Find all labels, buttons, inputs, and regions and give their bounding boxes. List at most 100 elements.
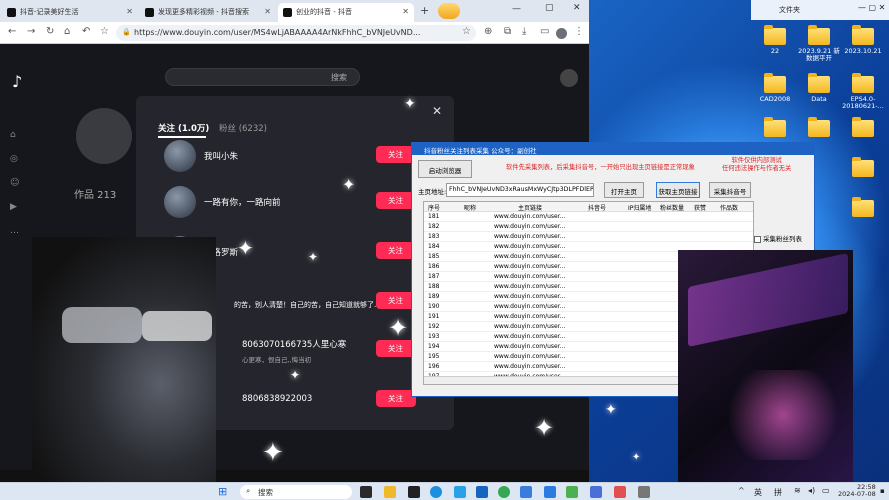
more-icon[interactable]: … — [10, 226, 24, 236]
ime-indicator[interactable]: 拼 — [774, 487, 782, 498]
maximize-icon[interactable]: ▢ — [545, 3, 554, 13]
new-tab-icon[interactable]: + — [420, 4, 429, 17]
table-row[interactable]: 181 www.douyin.com/user... — [424, 212, 753, 222]
douyin-search-label[interactable]: 搜索 — [331, 72, 347, 83]
desktop-folder[interactable] — [840, 197, 886, 220]
column-header: 昵称 — [464, 205, 477, 212]
minimize-icon[interactable]: — — [512, 4, 521, 14]
close-icon[interactable]: ✕ — [126, 7, 133, 16]
tab-following[interactable]: 关注 (1.0万) — [158, 122, 209, 134]
tab-fans[interactable]: 粉丝 (6232) — [219, 122, 267, 134]
app-icon[interactable] — [476, 486, 488, 498]
chrome-icon[interactable] — [498, 486, 510, 498]
douyin-app-icon[interactable] — [408, 486, 420, 498]
follow-button[interactable]: 关注 — [376, 146, 416, 163]
close-icon[interactable]: ✕ — [402, 7, 409, 16]
profile-mascot-icon[interactable] — [438, 3, 460, 19]
download-icon[interactable]: ⤓ — [522, 26, 526, 37]
fetch-links-button[interactable]: 获取主页链接 — [656, 182, 700, 198]
row-link: www.douyin.com/user... — [494, 323, 566, 330]
star-bookmark-icon[interactable]: ☆ — [462, 26, 471, 37]
window-controls-icon[interactable]: — ▢ ✕ — [858, 3, 885, 12]
volume-icon[interactable]: ◂) — [808, 486, 815, 495]
folder-icon — [808, 73, 830, 93]
star-icon[interactable]: ☆ — [100, 26, 109, 37]
sidebar-icon[interactable]: ▭ — [540, 26, 549, 37]
close-window-icon[interactable]: ✕ — [573, 3, 581, 13]
desktop-folder[interactable] — [796, 117, 842, 140]
checkbox-icon[interactable] — [754, 235, 761, 243]
row-index: 193 — [428, 333, 440, 340]
douyin-search-input[interactable]: 搜索 — [165, 68, 360, 86]
avatar[interactable] — [556, 28, 567, 39]
table-row[interactable]: 183 www.douyin.com/user... — [424, 232, 753, 242]
collections-icon[interactable]: ⧉ — [504, 26, 511, 37]
home-icon[interactable]: ⌂ — [64, 26, 70, 37]
notification-icon[interactable]: ▪ — [880, 487, 885, 495]
tab-douyin-search[interactable]: 发现更多精彩视频 - 抖音搜索 ✕ — [140, 3, 276, 22]
app-icon[interactable] — [520, 486, 532, 498]
douyin-icon — [145, 8, 154, 17]
wifi-icon[interactable]: ≋ — [794, 486, 801, 495]
desktop-folder[interactable]: 2023.9.21 新 数据平开 — [796, 25, 842, 63]
follow-button[interactable]: 关注 — [376, 292, 416, 309]
follow-button[interactable]: 关注 — [376, 242, 416, 259]
folder-label: Data — [811, 95, 827, 103]
home-icon[interactable]: ⌂ — [10, 130, 24, 140]
homepage-url-field[interactable]: FhhC_bVNJeUvND3xRausMxWyCJtp3DLPFDlEP0 — [446, 183, 594, 197]
language-indicator[interactable]: 英 — [754, 487, 762, 498]
collect-ids-button[interactable]: 采集抖音号 — [709, 182, 751, 198]
windows-start-icon[interactable]: ⊞ — [218, 485, 227, 498]
fans-list-checkbox[interactable]: 采集粉丝列表 — [754, 233, 802, 243]
wechat-icon[interactable] — [566, 486, 578, 498]
desktop-folder[interactable]: CAD2008 — [752, 73, 798, 103]
live-icon[interactable]: ▶ — [10, 202, 24, 212]
launch-browser-button[interactable]: 启动浏览器 — [418, 160, 472, 178]
close-icon[interactable]: ✕ — [264, 7, 271, 16]
desktop-folder[interactable]: 2023.10.21 — [840, 25, 886, 55]
close-icon[interactable]: ✕ — [432, 104, 442, 118]
taskbar-search[interactable]: ⌕ 搜索 — [240, 485, 352, 499]
follow-button[interactable]: 关注 — [376, 192, 416, 209]
desktop-folder[interactable] — [840, 117, 886, 140]
forward-icon[interactable]: → — [27, 26, 35, 37]
edge-icon[interactable] — [430, 486, 442, 498]
row-index: 191 — [428, 313, 440, 320]
sparkle-icon: ✦ — [534, 414, 555, 442]
file-explorer-titlebar[interactable]: 文件夹 — ▢ ✕ — [751, 0, 889, 20]
desktop-folder[interactable] — [752, 117, 798, 140]
desktop-folder[interactable]: Data — [796, 73, 842, 103]
tab-douyin-home[interactable]: 抖音-记录美好生活 ✕ — [2, 3, 138, 22]
task-view-icon[interactable] — [360, 486, 372, 498]
back-icon[interactable]: ← — [8, 26, 16, 37]
battery-icon[interactable]: ▭ — [822, 486, 830, 495]
table-row[interactable]: 182 www.douyin.com/user... — [424, 222, 753, 232]
app-icon[interactable] — [544, 486, 556, 498]
follow-button[interactable]: 关注 — [376, 340, 416, 357]
undo-icon[interactable]: ↶ — [82, 26, 90, 37]
column-header: 抖音号 — [588, 205, 607, 212]
works-count[interactable]: 作品 213 — [74, 186, 116, 201]
reload-icon[interactable]: ↻ — [46, 26, 54, 37]
menu-icon[interactable]: ⋮ — [574, 26, 584, 37]
tab-douyin-user[interactable]: 创业的抖音 - 抖音 ✕ — [278, 3, 414, 22]
desktop-folder[interactable]: EPS4.0-20180621-... — [840, 73, 886, 111]
chevron-up-icon[interactable]: ^ — [738, 486, 745, 495]
follow-button[interactable]: 关注 — [376, 390, 416, 407]
open-homepage-button[interactable]: 打开主页 — [604, 182, 644, 198]
url-input[interactable]: 🔒 https://www.douyin.com/user/MS4wLjABAAA… — [116, 25, 476, 41]
clock[interactable]: 22:58 2024-07-08 — [838, 483, 876, 499]
app-icon[interactable] — [590, 486, 602, 498]
desktop-folder[interactable]: 22 — [752, 25, 798, 55]
avatar[interactable] — [560, 69, 578, 87]
folder-icon — [764, 73, 786, 93]
desktop-folder[interactable] — [840, 157, 886, 180]
app-icon[interactable] — [614, 486, 626, 498]
app-icon[interactable] — [638, 486, 650, 498]
file-explorer-icon[interactable] — [384, 486, 396, 498]
folder-label: 2023.9.21 新 数据平开 — [798, 47, 840, 63]
extension-icon[interactable]: ⊕ — [484, 26, 492, 37]
friends-icon[interactable]: ☺ — [10, 178, 24, 188]
compass-icon[interactable]: ◎ — [10, 154, 24, 164]
app-icon[interactable] — [454, 486, 466, 498]
